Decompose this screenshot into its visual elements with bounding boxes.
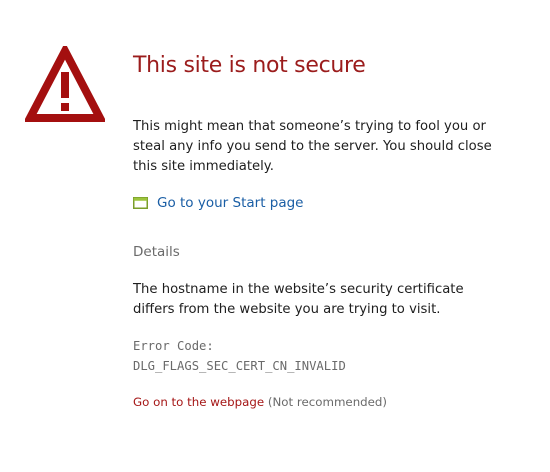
warning-triangle-icon <box>25 46 105 122</box>
error-code-value: DLG_FLAGS_SEC_CERT_CN_INVALID <box>133 359 346 373</box>
details-heading: Details <box>133 244 180 260</box>
error-code-block: Error Code: DLG_FLAGS_SEC_CERT_CN_INVALI… <box>133 336 346 376</box>
proceed-row: Go on to the webpage (Not recommended) <box>133 395 387 409</box>
details-text: The hostname in the website’s security c… <box>133 282 464 317</box>
proceed-link[interactable]: Go on to the webpage <box>133 395 264 409</box>
warning-message: This might mean that someone’s trying to… <box>133 119 492 174</box>
proceed-note: (Not recommended) <box>267 395 388 409</box>
page-icon <box>133 197 148 209</box>
start-page-link[interactable]: Go to your Start page <box>133 195 304 211</box>
page-title: This site is not secure <box>133 53 366 78</box>
error-code-label: Error Code: <box>133 339 214 353</box>
start-page-link-label[interactable]: Go to your Start page <box>157 195 304 211</box>
